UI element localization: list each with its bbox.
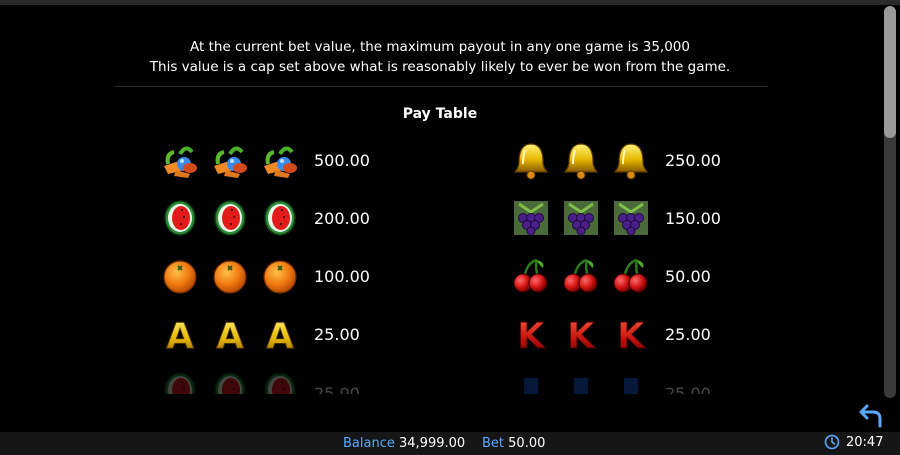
balance-label: Balance — [343, 436, 395, 451]
clock: 20:47 — [824, 434, 883, 450]
cherry-icon — [511, 256, 551, 296]
watermelon-icon — [210, 198, 250, 238]
bet-label: Bet — [482, 436, 505, 451]
bell-icon — [511, 140, 551, 180]
max-payout-text: At the current bet value, the maximum pa… — [190, 39, 690, 55]
payout-value: 100.00 — [314, 266, 370, 286]
paytable-row-orange: 100.00 — [160, 256, 370, 296]
letter-a-icon — [160, 314, 200, 354]
paytable-row-partial-left: 25.00 — [160, 372, 360, 394]
q-icon — [561, 372, 601, 394]
bell-icon — [561, 140, 601, 180]
paytable-row-watermelon: 200.00 — [160, 198, 370, 238]
cherry-icon — [561, 256, 601, 296]
payout-value: 500.00 — [314, 150, 370, 170]
cap-explanation-text: This value is a cap set above what is re… — [149, 59, 731, 75]
paytable-row-partial-right: 25.00 — [511, 372, 711, 394]
watermelon-icon — [260, 372, 300, 394]
bet-display: Bet 50.00 — [482, 436, 545, 451]
vegetables-icon — [260, 140, 300, 180]
paytable-row-letter-k: 25.00 — [511, 314, 711, 354]
letter-a-icon — [260, 314, 300, 354]
clock-time: 20:47 — [846, 434, 884, 450]
bell-icon — [611, 140, 651, 180]
scrollbar-thumb[interactable] — [884, 6, 896, 138]
payout-value: 25.00 — [314, 383, 360, 395]
q-icon — [511, 372, 551, 394]
letter-k-icon — [561, 314, 601, 354]
balance-value: 34,999.00 — [399, 436, 466, 451]
grapes-icon — [611, 198, 651, 238]
watermelon-icon — [160, 372, 200, 394]
watermelon-icon — [160, 198, 200, 238]
grapes-icon — [561, 198, 601, 238]
watermelon-icon — [210, 372, 250, 394]
paytable-row-grapes: 150.00 — [511, 198, 721, 238]
payout-value: 150.00 — [665, 208, 721, 228]
balance-display: Balance 34,999.00 — [343, 436, 465, 451]
pay-table-title: Pay Table — [402, 106, 478, 122]
cherry-icon — [611, 256, 651, 296]
paytable-row-letter-a: 25.00 — [160, 314, 360, 354]
orange-icon — [260, 256, 300, 296]
grapes-icon — [511, 198, 551, 238]
payout-value: 25.00 — [665, 383, 711, 395]
paytable-row-cherry: 50.00 — [511, 256, 711, 296]
orange-icon — [210, 256, 250, 296]
payout-value: 200.00 — [314, 208, 370, 228]
payout-value: 50.00 — [665, 266, 711, 286]
clock-icon — [824, 434, 840, 450]
divider — [114, 86, 768, 87]
bet-value: 50.00 — [508, 436, 546, 451]
payout-value: 250.00 — [665, 150, 721, 170]
paytable-row-bell: 250.00 — [511, 140, 721, 180]
letter-k-icon — [511, 314, 551, 354]
letter-k-icon — [611, 314, 651, 354]
paytable-row-vegetables: 500.00 — [160, 140, 370, 180]
orange-icon — [160, 256, 200, 296]
payout-value: 25.00 — [314, 324, 360, 344]
payout-value: 25.00 — [665, 324, 711, 344]
q-icon — [611, 372, 651, 394]
vegetables-icon — [160, 140, 200, 180]
top-strip — [0, 0, 900, 5]
back-arrow-icon[interactable] — [858, 402, 884, 428]
watermelon-icon — [260, 198, 300, 238]
vegetables-icon — [210, 140, 250, 180]
letter-a-icon — [210, 314, 250, 354]
